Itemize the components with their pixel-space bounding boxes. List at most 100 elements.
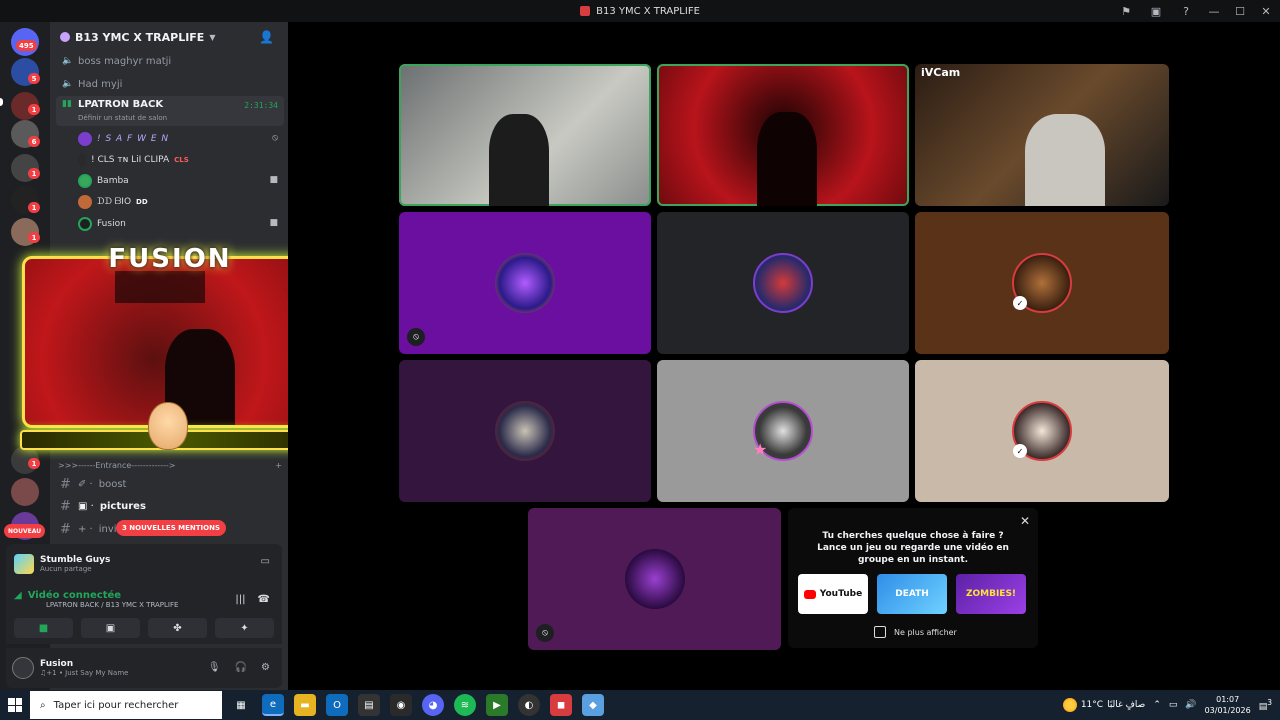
window-title-text: B13 YMC X TRAPLIFE — [596, 5, 700, 17]
invite-people-icon[interactable]: 👤 — [259, 30, 274, 44]
camera-button[interactable]: ■ — [14, 618, 73, 638]
taskbar-search[interactable]: ⌕ Taper ici pour rechercher — [30, 691, 222, 719]
store-icon[interactable]: ▤ — [358, 694, 380, 716]
server-badge-2: 1 — [28, 104, 40, 115]
outlook-icon[interactable]: O — [326, 694, 348, 716]
game-app-icon[interactable]: ◆ — [582, 694, 604, 716]
clock[interactable]: 01:07 03/01/2026 — [1205, 694, 1251, 716]
video-tile[interactable]: iVCam — [915, 64, 1169, 206]
voice-user[interactable]: ! CLS ᴛɴ LiI CLIPA CLS — [78, 150, 284, 170]
youtube-app-button[interactable]: YouTube — [798, 574, 868, 614]
speaker-icon: 🔈 — [62, 79, 74, 89]
app-icon[interactable]: ◉ — [390, 694, 412, 716]
avatar[interactable] — [12, 657, 34, 679]
minimize-button[interactable]: — — [1208, 3, 1220, 19]
weather-widget[interactable]: 11°C صافٍ غالبًا — [1062, 698, 1145, 712]
user-status: ♫+1 • Just Say My Name — [40, 669, 129, 677]
voice-user-name: Bamba — [97, 176, 129, 186]
video-tile[interactable] — [399, 64, 651, 206]
user-info[interactable]: Fusion ♫+1 • Just Say My Name — [40, 659, 128, 677]
user-tag: CLS — [174, 156, 189, 164]
game-app-button[interactable]: DEATH — [877, 574, 947, 614]
file-explorer-icon[interactable]: ▬ — [294, 694, 316, 716]
voice-user[interactable]: ᗪᗪ ᗷIO DD — [78, 192, 284, 212]
network-icon[interactable]: ▭ — [1169, 700, 1178, 710]
maximize-button[interactable]: ☐ — [1234, 3, 1246, 19]
muted-icon: ⦸ — [536, 624, 554, 642]
avatar-tile[interactable] — [399, 360, 651, 502]
spotify-icon[interactable]: ≋ — [454, 694, 476, 716]
channel-prefix: + · — [78, 523, 93, 535]
search-icon: ⌕ — [40, 699, 46, 711]
youtube-play-icon — [803, 589, 816, 599]
voice-status[interactable]: Vidéo connectée — [28, 590, 121, 601]
voice-channel-active[interactable]: ▮▮ LPATRON BACK 2:31:34 Définir un statu… — [56, 96, 284, 126]
call-timer: 2:31:34 — [244, 101, 278, 110]
activities-button[interactable]: ✤ — [148, 618, 207, 638]
server-icon-8[interactable] — [11, 478, 39, 506]
avatar-tile[interactable]: ⦸ — [528, 508, 781, 650]
help-icon[interactable]: ? — [1178, 3, 1194, 19]
close-icon[interactable]: ✕ — [1020, 514, 1030, 528]
new-servers-badge[interactable]: NOUVEAU — [4, 524, 46, 538]
soundboard-button[interactable]: ✦ — [215, 618, 274, 638]
avatar — [78, 174, 92, 188]
category-header[interactable]: >>>------Entrance-------------> + — [58, 458, 282, 472]
avatar — [78, 217, 92, 231]
channel-status[interactable]: Définir un statut de salon — [78, 114, 167, 122]
mute-icon: ⦸ — [272, 133, 278, 143]
app-icon[interactable]: ▶ — [486, 694, 508, 716]
app-icon[interactable]: ◼ — [550, 694, 572, 716]
edge-icon[interactable]: e — [262, 694, 284, 716]
inbox-icon[interactable]: ▣ — [1148, 3, 1164, 19]
checkbox[interactable] — [874, 626, 886, 638]
discord-icon[interactable]: ◕ — [422, 694, 444, 716]
channel-prefix: ✐ · — [78, 478, 93, 490]
dont-show-option[interactable]: Ne plus afficher — [874, 626, 957, 638]
server-badge-6: 1 — [28, 232, 40, 243]
game-app-button[interactable]: ZOMBIES! — [956, 574, 1026, 614]
app-icon[interactable]: ◐ — [518, 694, 540, 716]
voice-user[interactable]: Bamba ■ — [78, 171, 284, 191]
voice-channel-boss[interactable]: 🔈 boss maghyr matji — [56, 51, 284, 71]
headphones-icon[interactable]: 🎧 — [235, 662, 247, 673]
task-view-icon[interactable]: ▦ — [230, 694, 252, 716]
avatar — [78, 132, 92, 146]
noise-suppression-icon[interactable]: ||| — [235, 594, 245, 605]
avatar-tile[interactable] — [657, 212, 909, 354]
add-channel-icon[interactable]: + — [275, 461, 282, 470]
notification-count: 3 — [1267, 698, 1272, 707]
stream-overlay[interactable]: FUSION — [20, 244, 318, 456]
video-tile[interactable] — [657, 64, 909, 206]
new-mentions-pill[interactable]: 3 NOUVELLES MENTIONS — [116, 520, 227, 536]
overlay-logo: FUSION — [108, 244, 232, 274]
server-badge-4: 1 — [28, 168, 40, 179]
notifications-icon[interactable]: ▤3 — [1259, 698, 1272, 712]
microphone-icon[interactable]: 🎙 — [208, 662, 221, 673]
avatar-tile[interactable]: ✓ — [915, 360, 1169, 502]
voice-controls: ||| ☎ — [235, 594, 270, 605]
start-button[interactable] — [0, 690, 30, 720]
avatar-tile[interactable]: ✓ — [915, 212, 1169, 354]
volume-icon[interactable]: 🔊 — [1185, 700, 1196, 710]
screen-share-icon[interactable]: ▭ — [261, 556, 270, 567]
signal-icon[interactable]: ◢ — [14, 590, 22, 601]
avatar-tile[interactable]: ★ — [657, 360, 909, 502]
search-placeholder: Taper ici pour rechercher — [53, 699, 179, 711]
text-channel-boost[interactable]: # ✐ · boost — [56, 474, 284, 494]
chevron-up-icon[interactable]: ⌃ — [1153, 700, 1161, 710]
settings-gear-icon[interactable]: ⚙ — [261, 662, 270, 673]
close-button[interactable]: ✕ — [1260, 3, 1272, 19]
boost-gem-icon — [60, 32, 70, 42]
time: 01:07 — [1216, 695, 1240, 704]
avatar-tile[interactable]: ⦸ — [399, 212, 651, 354]
server-header[interactable]: B13 YMC X TRAPLIFE ▼ 👤 — [50, 22, 288, 52]
disconnect-icon[interactable]: ☎ — [258, 594, 270, 605]
hash-icon: # — [60, 476, 71, 492]
voice-user[interactable]: Fusion ■ — [78, 214, 284, 234]
voice-channel-had[interactable]: 🔈 Had myji — [56, 74, 284, 94]
text-channel-pictures[interactable]: # ▣ · pictures — [56, 496, 284, 516]
voice-user[interactable]: ! S A F W E N ⦸ — [78, 129, 284, 149]
flag-icon[interactable]: ⚑ — [1118, 3, 1134, 19]
screen-share-button[interactable]: ▣ — [81, 618, 140, 638]
